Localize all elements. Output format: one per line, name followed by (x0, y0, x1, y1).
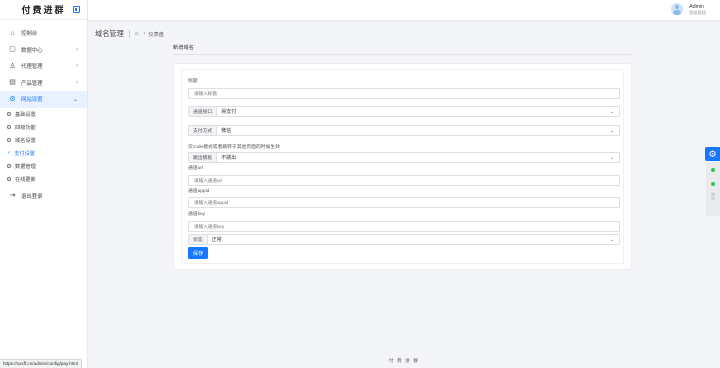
sidebar-item-site-settings[interactable]: ⚙ 网站设置 ⌄ (0, 91, 87, 108)
user-name: Admin (689, 3, 704, 10)
submenu-item-label: 在线更新 (15, 176, 36, 183)
chevron-right-icon: › (143, 31, 146, 37)
brand-name: 付费进群 (21, 5, 66, 15)
jump-addon: 跳出模板 (189, 153, 218, 162)
footer-text: 付 费 进 群 (388, 359, 420, 364)
chevron-down-icon: ⌄ (609, 127, 614, 134)
submenu-item-level4[interactable]: 四级功能 (0, 121, 87, 134)
form-card: 标题 通道接口 易支付 ⌄ 支付方式 微信 ⌄ 仅code模式或者跳转于其他页面… (173, 63, 632, 270)
submenu-item-label: 支付设置 (14, 150, 35, 157)
title-input[interactable] (188, 88, 620, 99)
sidebar-item-label: 数据中心 (21, 47, 43, 54)
status-select[interactable]: 状态 正常 ⌄ (188, 234, 620, 245)
chevron-left-icon: ‹ (76, 46, 78, 53)
sidebar-item-label: 控制台 (21, 31, 38, 38)
jump-note: 仅code模式或者跳转于其他页面的时候生效 (188, 145, 280, 150)
avatar (671, 3, 684, 15)
check-icon: ✓ (7, 150, 12, 156)
page-title: 域名管理 (95, 29, 124, 38)
jump-value: 不跳出 (221, 155, 237, 161)
pay-method-addon: 支付方式 (189, 126, 218, 135)
jump-template-select[interactable]: 跳出模板 不跳出 ⌄ (188, 152, 620, 163)
breadcrumb: 域名管理 ⌂ › 仪表盘 (95, 29, 164, 39)
submenu-item-basic[interactable]: 基础设置 (0, 108, 87, 121)
submenu: 基础设置 四级功能 域名设置 ✓ 支付设置 数据管理 在线更新 (0, 108, 87, 186)
section-title: 新增域名 (173, 45, 194, 51)
user-menu[interactable]: Admin 超级管理 (671, 3, 706, 15)
circle-icon (7, 112, 11, 116)
submenu-item-data[interactable]: 数据管理 (0, 160, 87, 173)
key-input[interactable] (188, 221, 620, 232)
sidebar-item-agent[interactable]: ♙ 代理管理 ‹ (0, 58, 87, 75)
divider (128, 30, 130, 38)
submenu-wrapper: 基础设置 四级功能 域名设置 ✓ 支付设置 数据管理 在线更新 (0, 108, 87, 186)
sidebar-nav: ⌂ 控制台 ▢ 数据中心 ‹ ♙ 代理管理 ‹ ▤ 产品管理 ‹ ⚙ 网站设置 … (0, 20, 87, 204)
sidebar-item-label: 产品管理 (21, 80, 43, 87)
gear-icon: ⚙ (9, 95, 16, 103)
product-icon: ▤ (9, 79, 16, 87)
settings-gear-icon[interactable]: ⚙ (705, 147, 720, 161)
save-button[interactable]: 保存 (188, 247, 208, 259)
chevron-down-icon: ⌄ (72, 96, 78, 103)
circle-icon (7, 177, 11, 181)
agent-icon: ♙ (9, 62, 16, 70)
data-icon: ▢ (9, 46, 16, 54)
submenu-item-label: 基础设置 (15, 111, 36, 118)
appid-label: 通道appid (188, 189, 210, 194)
sidebar-item-label: 网站设置 (21, 97, 43, 104)
pay-method-value: 微信 (221, 128, 232, 134)
submenu-item-label: 数据管理 (15, 163, 36, 170)
sidebar-item-data-center[interactable]: ▢ 数据中心 ‹ (0, 42, 87, 59)
divider (173, 54, 632, 55)
status-value: 正常 (211, 237, 222, 243)
sidebar-item-product[interactable]: ▤ 产品管理 ‹ (0, 75, 87, 92)
sidebar: 付费进群 ⌂ 控制台 ▢ 数据中心 ‹ ♙ 代理管理 ‹ ▤ 产品管理 ‹ ⚙ … (0, 0, 88, 368)
url-label: 通道url (188, 166, 203, 171)
submenu-item-label: 域名设置 (15, 137, 36, 144)
sidebar-item-label: 代理管理 (21, 64, 43, 71)
pay-method-select[interactable]: 支付方式 微信 ⌄ (188, 125, 620, 136)
channel-select[interactable]: 通道接口 易支付 ⌄ (188, 106, 620, 117)
channel-addon: 通道接口 (189, 107, 218, 116)
user-info: Admin 超级管理 (689, 4, 706, 15)
sidebar-item-dashboard[interactable]: ⌂ 控制台 (0, 25, 87, 42)
status-bar-url: https://xxxff.cn/admin/config/pay.html (0, 359, 82, 368)
online-dot-icon (711, 168, 715, 172)
circle-icon (7, 164, 11, 168)
url-input[interactable] (188, 175, 620, 186)
user-role: 超级管理 (689, 9, 706, 15)
channel-value: 易支付 (221, 109, 237, 115)
circle-icon (7, 125, 11, 129)
chevron-down-icon: ⌄ (609, 154, 614, 161)
submenu-item-domain[interactable]: 域名设置 (0, 134, 87, 147)
chevron-left-icon: ‹ (76, 63, 78, 70)
top-bar: Admin 超级管理 (88, 0, 720, 20)
chevron-down-icon: ⌄ (609, 236, 614, 243)
sidebar-item-label: 退出登录 (21, 193, 43, 200)
online-dot-icon (711, 182, 715, 186)
submenu-item-update[interactable]: 在线更新 (0, 173, 87, 186)
collapse-sidebar-icon[interactable] (73, 6, 80, 13)
key-label: 通道key (188, 212, 206, 217)
home-icon[interactable]: ⌂ (135, 31, 139, 37)
submenu-item-payment[interactable]: ✓ 支付设置 (0, 147, 87, 160)
dashboard-icon: ⌂ (10, 29, 15, 37)
float-panel[interactable]: ▤ ▤ (706, 162, 720, 216)
chevron-left-icon: ‹ (76, 79, 78, 86)
logout-icon: ⇥ (9, 192, 16, 200)
brand-header: 付费进群 (0, 0, 87, 20)
breadcrumb-current[interactable]: 仪表盘 (148, 31, 164, 38)
chevron-down-icon: ⌄ (609, 108, 614, 115)
title-label: 标题 (188, 79, 198, 84)
submenu-item-label: 四级功能 (15, 124, 36, 131)
appid-input[interactable] (188, 197, 620, 208)
sidebar-item-logout[interactable]: ⇥ 退出登录 (0, 188, 87, 205)
circle-icon (7, 138, 11, 142)
panel-text-icon: ▤ ▤ (711, 192, 715, 200)
status-addon: 状态 (189, 235, 208, 244)
